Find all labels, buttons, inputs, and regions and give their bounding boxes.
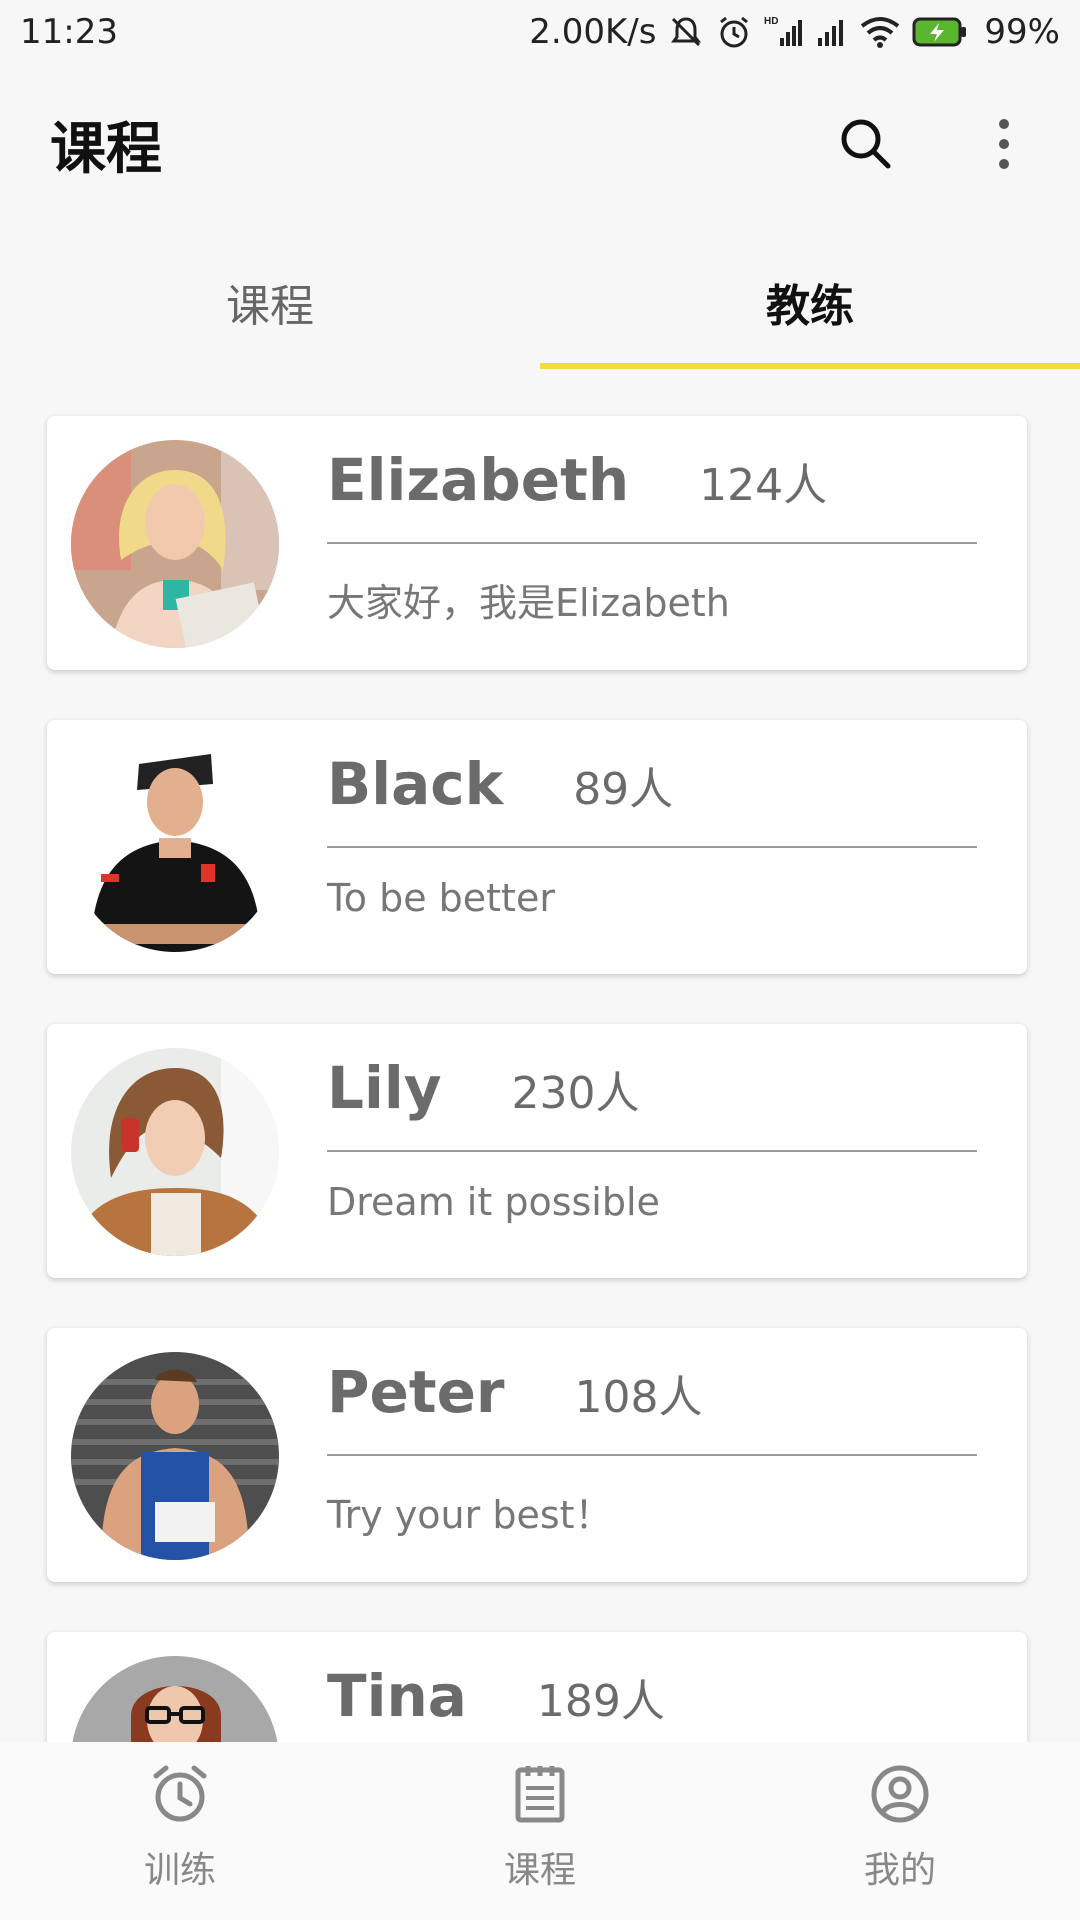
more-vert-icon[interactable] [972,112,1036,176]
coach-motto: To be better [327,876,555,920]
coach-info: Peter 108人 Try your best！ [327,1358,977,1539]
coach-name-row: Lily 230人 [327,1054,977,1152]
coach-list: Elizabeth 124人 大家好，我是Elizabeth Black 89人… [47,416,1027,1920]
coach-motto: Try your best！ [327,1493,613,1537]
coach-info: Black 89人 To be better [327,750,977,920]
page-title: 课程 [50,116,162,182]
user-profile-icon [868,1762,932,1835]
avatar [71,1352,279,1560]
coach-card-lily[interactable]: Lily 230人 Dream it possible [47,1024,1027,1278]
coach-motto: 大家好，我是Elizabeth [327,581,730,625]
coach-name-row: Black 89人 [327,750,977,848]
coach-motto: Dream it possible [327,1180,660,1224]
document-list-icon [508,1762,572,1835]
nav-label-profile: 我的 [863,1850,936,1891]
nav-item-training[interactable]: 训练 [0,1742,360,1920]
coach-student-count: 108人 [574,1372,703,1423]
coach-name: Black [327,750,504,818]
coach-name-row: Elizabeth 124人 [327,446,977,544]
coach-student-count: 189人 [536,1676,665,1727]
avatar [71,1048,279,1256]
coach-name: Lily [327,1054,442,1122]
coach-student-count: 89人 [573,764,674,815]
mute-icon [668,14,704,50]
avatar [71,744,279,952]
search-icon[interactable] [834,112,898,176]
tab-courses-label: 课程 [226,281,314,332]
alarm-clock-icon [148,1762,212,1835]
bottom-nav: 训练 课程 我的 [0,1742,1080,1920]
app-bar-actions [834,112,1036,176]
avatar [71,440,279,648]
net-speed: 2.00K/s [529,12,657,52]
app-bar: 课程 [0,64,1080,224]
coach-name: Peter [327,1358,505,1426]
status-time: 11:23 [20,12,118,52]
status-bar: 11:23 2.00K/s HD 99% [0,0,1080,64]
tab-courses[interactable]: 课程 [0,235,540,369]
coach-name: Tina [327,1662,467,1730]
coach-card-black[interactable]: Black 89人 To be better [47,720,1027,974]
status-icons: 2.00K/s HD 99% [529,12,1060,52]
battery-icon [912,16,968,48]
alarm-icon [716,14,752,50]
coach-info: Elizabeth 124人 大家好，我是Elizabeth [327,446,977,627]
screen: 11:23 2.00K/s HD 99% 课程 课程 教练 Elizabeth … [0,0,1080,1920]
tab-coaches-label: 教练 [766,281,854,332]
nav-item-courses[interactable]: 课程 [360,1742,720,1920]
signal-icon [816,14,848,50]
nav-label-training: 训练 [143,1850,216,1891]
coach-info: Lily 230人 Dream it possible [327,1054,977,1224]
tab-bar: 课程 教练 [0,235,1080,369]
tab-coaches[interactable]: 教练 [540,235,1080,369]
coach-student-count: 230人 [511,1068,640,1119]
nav-label-courses: 课程 [503,1850,576,1891]
nav-item-profile[interactable]: 我的 [720,1742,1080,1920]
wifi-icon [860,14,900,50]
signal-hd-icon: HD [764,14,804,50]
coach-card-elizabeth[interactable]: Elizabeth 124人 大家好，我是Elizabeth [47,416,1027,670]
coach-name: Elizabeth [327,446,630,514]
coach-name-row: Peter 108人 [327,1358,977,1456]
svg-text:HD: HD [764,16,778,27]
battery-percent: 99% [984,12,1060,52]
coach-student-count: 124人 [699,460,828,511]
coach-card-peter[interactable]: Peter 108人 Try your best！ [47,1328,1027,1582]
